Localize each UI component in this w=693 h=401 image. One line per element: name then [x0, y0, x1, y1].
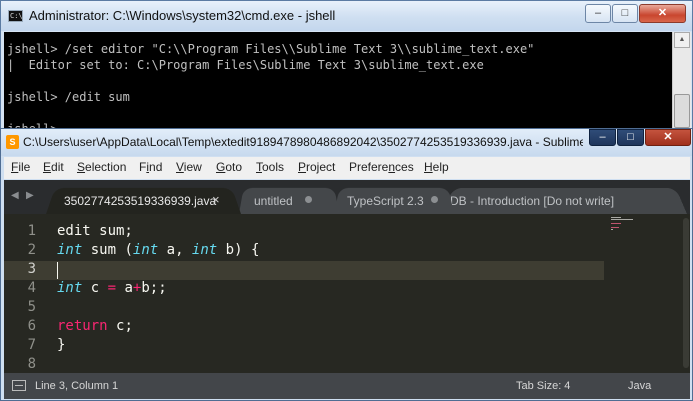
status-tab-size[interactable]: Tab Size: 4 [516, 380, 570, 392]
code-line: int sum (int a, int b) { [57, 242, 260, 258]
console-line: ​ [7, 73, 672, 89]
line-number: 8 [27, 356, 36, 372]
console-line: ​ [7, 105, 672, 121]
cmd-console-output[interactable]: jshell> /set editor "C:\\Program Files\\… [4, 32, 672, 136]
tab-active-java-file[interactable]: 3502774253519336939.java × [46, 185, 241, 214]
cmd-title-bar[interactable]: C:\_ Administrator: C:\Windows\system32\… [1, 1, 692, 31]
sublime-app-icon: S [6, 135, 19, 149]
menu-selection[interactable]: Selection [77, 160, 126, 174]
menu-bar: File Edit Selection Find View Goto Tools… [4, 157, 690, 179]
code-line: edit sum; [57, 223, 133, 239]
line-number: 6 [27, 318, 36, 334]
tab-label: TypeScript 2.3 [347, 194, 424, 208]
sublime-minimize-button[interactable]: – [589, 129, 616, 146]
tab-db-introduction[interactable]: DB - Introduction [Do not write] [442, 185, 687, 214]
code-line: int c = a+b;; [57, 280, 167, 296]
console-line: jshell> /edit sum [7, 90, 130, 104]
tab-label: DB - Introduction [Do not write] [450, 194, 615, 208]
tab-typescript[interactable]: TypeScript 2.3 [334, 185, 454, 214]
scroll-up-arrow-icon[interactable]: ▲ [674, 32, 690, 48]
tab-scroll-right-icon[interactable]: ▶ [26, 190, 34, 201]
sublime-maximize-button[interactable]: □ [617, 129, 644, 146]
cmd-minimize-button[interactable]: – [585, 4, 611, 23]
sublime-title-bar[interactable]: S C:\Users\user\AppData\Local\Temp\exted… [1, 129, 692, 156]
menu-view[interactable]: View [176, 160, 202, 174]
line-number: 4 [27, 280, 36, 296]
menu-file[interactable]: File [11, 160, 30, 174]
sublime-window[interactable]: S C:\Users\user\AppData\Local\Temp\exted… [0, 128, 693, 401]
tab-dirty-dot-icon [305, 196, 312, 203]
status-cursor-position: Line 3, Column 1 [35, 380, 119, 392]
tab-dirty-dot-icon [431, 196, 438, 203]
tab-label: 3502774253519336939.java [64, 194, 217, 208]
editor-scrollbar-thumb[interactable] [683, 218, 689, 368]
cmd-close-button[interactable]: ✕ [639, 4, 686, 23]
current-line-highlight [4, 261, 604, 280]
tab-scroll-left-icon[interactable]: ◀ [11, 190, 19, 201]
minimap[interactable] [611, 217, 641, 237]
menu-edit[interactable]: Edit [43, 160, 64, 174]
code-line: return c; [57, 318, 133, 334]
cmd-app-icon: C:\_ [8, 10, 23, 22]
console-line: | Editor set to: C:\Program Files\Sublim… [7, 58, 484, 72]
sublime-window-title: C:\Users\user\AppData\Local\Temp\extedit… [23, 135, 583, 149]
cmd-window[interactable]: C:\_ Administrator: C:\Windows\system32\… [0, 0, 693, 136]
menu-tools[interactable]: Tools [256, 160, 284, 174]
tab-untitled[interactable]: untitled [239, 185, 339, 214]
console-line: jshell> /set editor "C:\\Program Files\\… [7, 42, 535, 56]
code-line: } [57, 337, 66, 353]
line-number: 3 [27, 261, 36, 277]
menu-preferences[interactable]: Preferences [349, 160, 414, 174]
line-number: 2 [27, 242, 36, 258]
sublime-close-button[interactable]: ✕ [645, 129, 691, 146]
menu-help[interactable]: Help [424, 160, 449, 174]
line-number: 1 [27, 223, 36, 239]
tab-bar: ◀ ▶ DB - Introduction [Do not write] Typ… [4, 180, 690, 214]
editor-scrollbar[interactable] [682, 214, 690, 373]
menu-find[interactable]: Find [139, 160, 162, 174]
text-cursor [57, 262, 58, 279]
cmd-window-title: Administrator: C:\Windows\system32\cmd.e… [29, 8, 336, 23]
menu-project[interactable]: Project [298, 160, 335, 174]
tab-close-icon[interactable]: × [212, 192, 220, 207]
cmd-maximize-button[interactable]: □ [612, 4, 638, 23]
panel-toggle-icon[interactable] [12, 380, 26, 391]
code-editor[interactable]: 1 2 3 4 5 6 7 8 edit sum; int sum (int a… [4, 214, 682, 373]
tab-label: untitled [254, 194, 293, 208]
cmd-scrollbar-thumb[interactable] [674, 94, 690, 128]
cmd-scrollbar[interactable]: ▲ [672, 32, 691, 136]
line-number: 5 [27, 299, 36, 315]
status-bar: Line 3, Column 1 Tab Size: 4 Java [4, 373, 690, 399]
menu-goto[interactable]: Goto [216, 160, 242, 174]
status-syntax[interactable]: Java [628, 380, 651, 392]
line-number: 7 [27, 337, 36, 353]
